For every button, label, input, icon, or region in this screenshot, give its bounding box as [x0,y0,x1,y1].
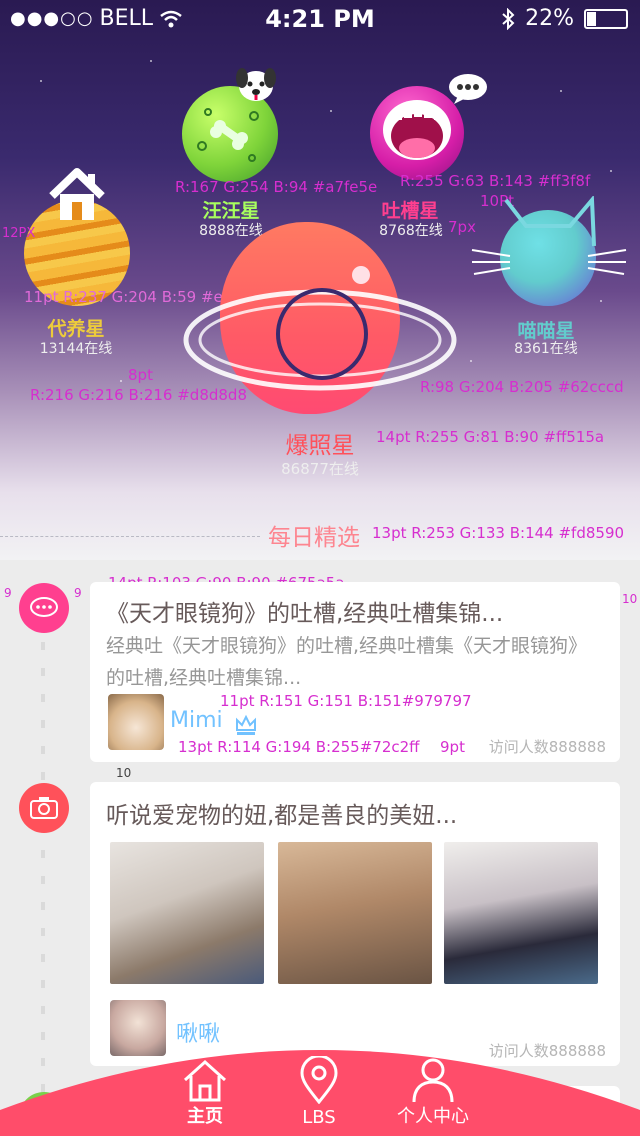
annotation-desc: 11pt R:151 G:151 B:151#979797 [220,692,472,710]
annotation-tucao: R:255 G:63 B:143 #ff3f8f [400,172,591,190]
annotation-9b: 9 [74,586,82,600]
timeline-chat-icon [19,583,69,633]
annotation-left12: 12PX [2,226,36,241]
lens-highlight [352,266,370,284]
planet-count-daiyang: 13144在线 [39,341,113,357]
post-title: 《天才眼镜狗》的吐槽,经典吐槽集锦... [106,601,504,627]
daily-picks-title: 每日精选 [268,525,360,551]
post-card[interactable]: 《天才眼镜狗》的吐槽,经典吐槽集锦... 经典吐《天才眼镜狗》的吐槽,经典吐槽集… [90,582,620,762]
star [40,80,42,82]
timeline-track [41,590,45,1136]
battery-percent: 22% [525,6,574,31]
star [610,170,612,172]
house-icon [48,168,106,224]
annotation-gap8: 8pt [128,366,153,384]
status-bar: ●●●○○ BELL 4:21 PM 22% [0,0,640,40]
tab-lbs[interactable]: LBS [264,1052,374,1136]
dog-icon [232,66,278,104]
annotation-10c: 10 [116,766,132,780]
tab-home[interactable]: 主页 [150,1052,260,1136]
annotation-daily: 13pt R:253 G:133 B:144 #fd8590 [372,524,625,542]
post-card[interactable]: 听说爱宠物的妞,都是善良的美妞... 啾啾 访问人数888888 [90,782,620,1066]
tab-lbs-label: LBS [302,1107,336,1128]
post-photo[interactable] [444,842,598,984]
annotation-wangwang: R:167 G:254 B:94 #a7fe5e [175,178,378,196]
timeline-camera-icon [19,783,69,833]
star [120,380,122,382]
annotation-user: 13pt R:114 G:194 B:255#72c2ff [178,738,420,756]
annotation-10b: 10 [622,592,638,606]
chat-bubble-icon [448,72,488,104]
star [470,360,472,362]
planet-name-daiyang: 代养星 [47,318,105,340]
planet-count-miaomiao: 8361在线 [514,341,578,357]
annotation-baozhao: 14pt R:255 G:81 B:90 #ff515a [376,428,605,446]
planet-name-baozhao: 爆照星 [285,433,355,459]
avatar[interactable] [110,1000,166,1056]
post-title: 听说爱宠物的妞,都是善良的美妞... [106,803,458,829]
star [330,110,332,112]
planet-name-wangwang: 汪汪星 [202,200,260,222]
avatar[interactable] [108,694,164,750]
battery-icon [584,8,628,29]
home-icon [183,1059,227,1102]
planet-hero: ●●●○○ BELL 4:21 PM 22% R:167 G:254 B:94 … [0,0,640,560]
bluetooth-icon [502,7,515,30]
crown-icon [234,714,258,736]
tab-home-label: 主页 [187,1106,223,1127]
post-description: 经典吐《天才眼镜狗》的吐槽,经典吐槽集《天才眼镜狗》的吐槽,经典吐槽集锦... [106,635,588,689]
tab-profile-label: 个人中心 [397,1106,469,1127]
section-divider [0,536,260,537]
username[interactable]: Mimi [170,708,223,733]
planet-count-tucao: 8768在线 [379,223,443,239]
cat-icon [470,194,628,308]
post-photo[interactable] [278,842,432,984]
post-photo[interactable] [110,842,264,984]
visit-count: 访问人数888888 [488,738,606,756]
planet-name-tucao: 吐槽星 [381,200,439,222]
location-pin-icon [300,1056,338,1104]
star [560,90,562,92]
timeline-next-icon [19,1092,69,1136]
tab-profile[interactable]: 个人中心 [378,1052,488,1136]
camera-lens-icon [276,288,368,380]
star [150,60,152,62]
visit-count: 访问人数888888 [488,1042,606,1060]
username[interactable]: 啾啾 [176,1016,220,1048]
planet-count-baozhao: 86877在线 [281,460,359,478]
annotation-gap9: 9pt [440,738,465,756]
person-icon [412,1058,454,1103]
annotation-9a: 9 [4,586,12,600]
